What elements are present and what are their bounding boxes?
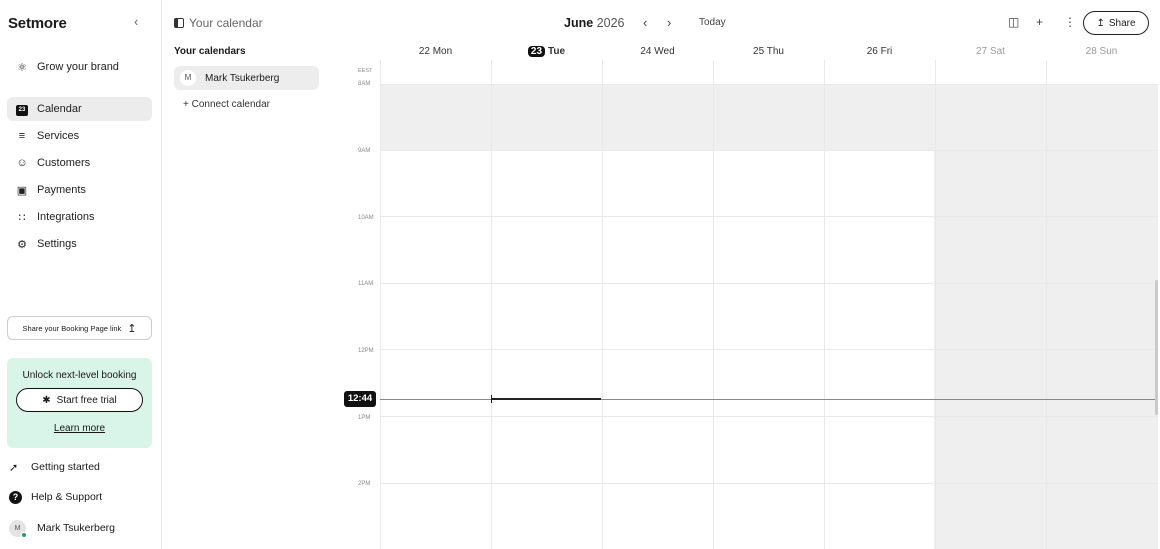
day-header-sat[interactable]: 27 Sat [935, 46, 1046, 57]
time-label: 9AM [358, 148, 371, 154]
day-divider [602, 60, 603, 549]
upgrade-promo: Unlock next-level booking ✱ Start free t… [7, 358, 152, 448]
day-header-sun[interactable]: 28 Sun [1046, 46, 1157, 57]
sidebar-item-label: Payments [37, 184, 86, 196]
calendars-panel: Your calendar Your calendars M Mark Tsuk… [162, 0, 330, 549]
sidebar-item-label: Customers [37, 157, 91, 169]
gear-icon: ⚙ [17, 238, 27, 251]
sparkle-icon: ✱ [42, 394, 51, 406]
time-label: 2PM [358, 481, 371, 487]
current-time-marker [491, 395, 492, 403]
hour-line [380, 416, 1158, 417]
day-header-thu[interactable]: 25 Thu [713, 46, 824, 57]
day-divider [713, 60, 714, 549]
rocket-icon: ⚛ [17, 61, 27, 74]
today-date-badge: 23 [527, 46, 546, 57]
unavailable-block [380, 84, 1158, 150]
month-title: June 2026 [564, 16, 625, 30]
user-profile-button[interactable]: M Mark Tsukerberg [9, 517, 154, 539]
panel-icon [174, 18, 184, 28]
add-icon[interactable]: + [1036, 15, 1043, 29]
grow-brand-label: Grow your brand [37, 61, 119, 73]
smile-icon: ☺ [16, 157, 28, 169]
share-label: Share [1108, 17, 1136, 29]
sidebar: Setmore ‹ ⚛ Grow your brand 23 Calendar … [0, 0, 162, 549]
day-header-mon[interactable]: 22 Mon [380, 46, 491, 57]
next-week-icon[interactable]: › [667, 15, 671, 30]
avatar: M [9, 519, 27, 538]
sidebar-item-customers[interactable]: ☺ Customers [7, 151, 152, 175]
sidebar-item-label: Calendar [37, 103, 82, 115]
time-label: 11AM [358, 281, 374, 287]
sidebar-item-label: Services [37, 130, 80, 142]
learn-more-link[interactable]: Learn more [7, 423, 152, 434]
share-booking-link-button[interactable]: Share your Booking Page link ↥ [7, 316, 152, 340]
day-header-tue[interactable]: 23 Tue [491, 46, 602, 57]
scrollbar[interactable] [1155, 280, 1158, 415]
connect-calendar-link[interactable]: + Connect calendar [183, 99, 270, 110]
hour-line [380, 483, 1158, 484]
calendar-icon: 23 [16, 105, 28, 116]
hour-line [380, 84, 1158, 85]
promo-title: Unlock next-level booking [22, 370, 137, 381]
time-label: 12PM [358, 348, 374, 354]
more-options-icon[interactable]: ⋮ [1064, 15, 1076, 29]
time-label: 10AM [358, 215, 374, 221]
share-button[interactable]: ↥ Share [1083, 11, 1149, 35]
online-status-dot [21, 531, 27, 538]
getting-started-label: Getting started [31, 461, 100, 473]
sidebar-item-label: Settings [37, 238, 77, 250]
avatar: M [180, 70, 196, 86]
share-booking-label: Share your Booking Page link [22, 323, 122, 333]
panel-toggle[interactable]: Your calendar [174, 16, 263, 30]
app-root: Setmore ‹ ⚛ Grow your brand 23 Calendar … [0, 0, 1160, 549]
day-divider [1046, 60, 1047, 549]
getting-started-button[interactable]: ➚ Getting started [9, 456, 154, 478]
grow-brand-button[interactable]: ⚛ Grow your brand [7, 55, 152, 79]
today-button[interactable]: Today [699, 17, 726, 28]
time-label: 8AM [358, 81, 371, 87]
sidebar-item-services[interactable]: ≡ Services [7, 124, 152, 148]
sidebar-item-label: Integrations [37, 211, 95, 223]
current-time-badge: 12:44 [344, 391, 376, 407]
integrations-icon: ∷ [18, 211, 26, 224]
share-icon: ↥ [1096, 17, 1105, 29]
day-divider [491, 60, 492, 549]
help-label: Help & Support [31, 491, 103, 503]
day-divider [935, 60, 936, 549]
hour-line [380, 150, 1158, 151]
panel-header-label: Your calendar [189, 16, 263, 30]
rocket-icon: ➚ [9, 461, 19, 474]
day-divider [380, 60, 381, 549]
sidebar-item-integrations[interactable]: ∷ Integrations [7, 205, 152, 229]
list-icon: ≡ [18, 130, 26, 142]
time-label: 1PM [358, 415, 371, 421]
start-free-trial-button[interactable]: ✱ Start free trial [16, 388, 143, 412]
payment-icon: ▣ [16, 184, 28, 197]
prev-week-icon[interactable]: ‹ [643, 15, 647, 30]
help-support-button[interactable]: ? Help & Support [9, 486, 154, 508]
trial-label: Start free trial [56, 394, 117, 406]
brand-logo: Setmore [8, 15, 67, 32]
calendar-entry-name: Mark Tsukerberg [205, 72, 280, 84]
sidebar-item-payments[interactable]: ▣ Payments [7, 178, 152, 202]
timezone-label: EEST [358, 68, 373, 74]
hour-line [380, 349, 1158, 350]
week-grid[interactable]: 22 Mon 23 Tue 24 Wed 25 Thu 26 Fri 27 Sat… [330, 40, 1158, 549]
calendar-entry[interactable]: M Mark Tsukerberg [174, 66, 319, 90]
user-name: Mark Tsukerberg [37, 522, 116, 534]
day-divider [824, 60, 825, 549]
panel-title: Your calendars [174, 46, 246, 57]
sidebar-item-settings[interactable]: ⚙ Settings [7, 232, 152, 256]
day-header-wed[interactable]: 24 Wed [602, 46, 713, 57]
sidebar-item-calendar[interactable]: 23 Calendar [7, 97, 152, 121]
hour-line [380, 216, 1158, 217]
chevron-left-icon[interactable]: ‹ [134, 14, 138, 29]
help-icon: ? [9, 490, 22, 504]
current-time-today-line [491, 398, 601, 400]
view-columns-icon[interactable]: ◫ [1008, 15, 1019, 29]
day-header-fri[interactable]: 26 Fri [824, 46, 935, 57]
upload-icon: ↥ [127, 322, 137, 335]
hour-line [380, 283, 1158, 284]
